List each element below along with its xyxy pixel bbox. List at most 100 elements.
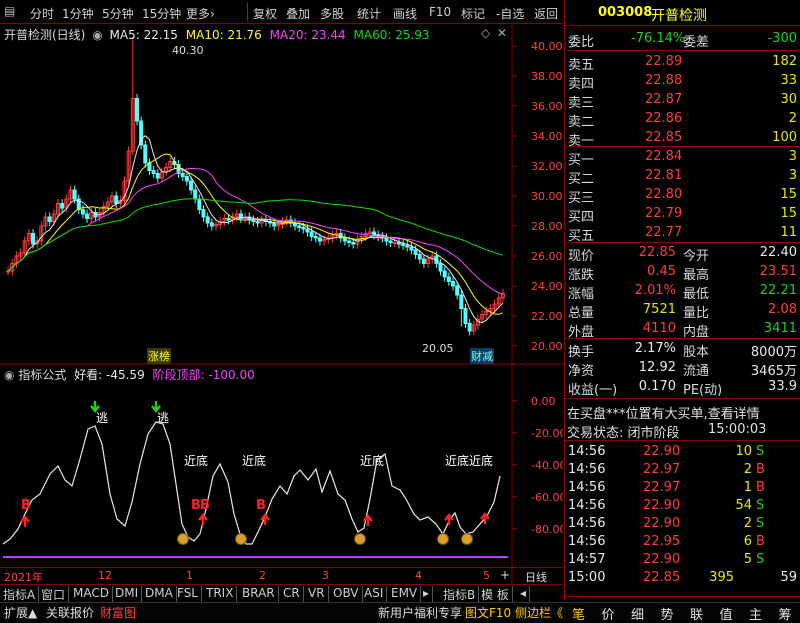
tab-macd[interactable]: MACD [70, 586, 113, 602]
trade-row[interactable]: 14:56 22.95 6 B [565, 533, 800, 551]
trade-row[interactable]: 14:56 22.90 54 S [565, 497, 800, 515]
tab-cr[interactable]: CR [280, 586, 304, 602]
quote-nav-6[interactable]: 主 [741, 604, 770, 623]
stat-row[interactable]: 总量 7521 量比 2.08 [565, 301, 800, 321]
bid-level-1[interactable]: 买一 22.84 3 [565, 148, 800, 168]
escape-label-1: 逃 [96, 411, 109, 425]
bid-level-4[interactable]: 买四 22.79 15 [565, 205, 800, 225]
stat-row[interactable]: 外盘 4110 内盘 3411 [565, 320, 800, 340]
price-tick-label: 26.00 [531, 250, 563, 263]
promo-link[interactable]: 新用户福利专享 [378, 604, 462, 621]
sidebar-toggle[interactable]: 侧边栏《 [515, 604, 563, 621]
related-quote-button[interactable]: 关联报价 [46, 604, 94, 621]
bid-volume: 3 [788, 149, 797, 164]
indicator-settings-icon[interactable]: ◉ [4, 368, 14, 382]
wealth-chart-button[interactable]: 财富图 [100, 604, 136, 621]
toolbar-item-stats[interactable]: 统计 [357, 5, 381, 22]
quote-nav-0[interactable]: 笔 [564, 604, 593, 623]
ask-volume: 182 [772, 54, 797, 69]
indicator-legend: ◉ 指标公式 好看: -45.59 阶段顶部: -100.00 [4, 366, 255, 383]
quote-nav-5[interactable]: 值 [712, 604, 741, 623]
toolbar-item-f10[interactable]: F10 [429, 5, 451, 19]
tab-vr[interactable]: VR [305, 586, 329, 602]
stat-value: 3411 [763, 321, 797, 336]
candle-body [309, 231, 314, 237]
toolbar-item-fq[interactable]: 复权 [253, 5, 277, 22]
toolbar-item-15min[interactable]: 15分钟 [142, 5, 181, 22]
stat2-row[interactable]: 净资 12.92 流通 3465万 [565, 359, 800, 379]
legend-settings-icon[interactable]: ◉ [92, 28, 102, 42]
toolbar-item-intraday[interactable]: 分时 [30, 5, 54, 22]
stat-row[interactable]: 涨跌 0.45 最高 23.51 [565, 263, 800, 283]
toolbar-item-watchlist[interactable]: -自选 [496, 5, 524, 22]
tab-dmi[interactable]: DMI [112, 586, 143, 602]
tab-fsl[interactable]: FSL [174, 586, 202, 602]
toolbar-menu-icon[interactable]: ▤ [4, 4, 15, 18]
stat2-row[interactable]: 换手 2.17% 股本 8000万 [565, 340, 800, 360]
ask-level-2[interactable]: 卖二 22.86 2 [565, 110, 800, 130]
period-label[interactable]: 日线 [525, 569, 547, 585]
ask-level-4[interactable]: 卖四 22.88 33 [565, 72, 800, 92]
tab-asi[interactable]: ASI [361, 586, 388, 602]
ask-level-5[interactable]: 卖五 22.89 182 [565, 53, 800, 73]
bid-level-3[interactable]: 买三 22.80 15 [565, 186, 800, 206]
tab-template[interactable]: 模 板 [478, 586, 513, 602]
expand-button[interactable]: 扩展▲ [4, 604, 37, 621]
tab-emv[interactable]: EMV [388, 586, 422, 602]
tab-window[interactable]: 窗口 [38, 586, 70, 602]
zoom-plus-button[interactable]: + [500, 568, 510, 582]
toolbar-item-5min[interactable]: 5分钟 [102, 5, 134, 22]
candle-body [409, 246, 414, 251]
chart-close-icon[interactable]: ✕ [497, 26, 507, 40]
trade-row[interactable]: 15:00 22.85 395 59 [565, 569, 800, 587]
bid-level-5[interactable]: 买五 22.77 11 [565, 224, 800, 244]
ask-level-1[interactable]: 卖一 22.85 100 [565, 129, 800, 149]
quote-nav-4[interactable]: 联 [682, 604, 711, 623]
tab-brar[interactable]: BRAR [239, 586, 279, 602]
tag-reduce[interactable]: 财减 [470, 348, 494, 364]
tab-indicator-b[interactable]: 指标B [440, 586, 480, 602]
notice-row[interactable]: 在买盘***位置有大买单,查看详情 [565, 402, 800, 422]
price-tick-label: 32.00 [531, 160, 563, 173]
stat-row[interactable]: 涨幅 2.01% 最低 22.21 [565, 282, 800, 302]
quote-nav-1[interactable]: 价 [594, 604, 623, 623]
trade-row[interactable]: 14:56 22.97 2 B [565, 461, 800, 479]
chart-expand-icon[interactable]: ◇ [481, 26, 490, 40]
trade-row[interactable]: 14:56 22.90 2 S [565, 515, 800, 533]
money-bag-icon [354, 533, 366, 545]
trade-row[interactable]: 14:56 22.97 1 B [565, 479, 800, 497]
toolbar-item-overlay[interactable]: 叠加 [286, 5, 310, 22]
toolbar-item-back[interactable]: 返回 [534, 5, 558, 22]
trade-price: 22.90 [643, 516, 681, 531]
indicator-name[interactable]: 指标公式 [18, 368, 66, 382]
toolbar-item-draw[interactable]: 画线 [393, 5, 417, 22]
ma20-line [7, 167, 504, 295]
trade-row[interactable]: 14:57 22.90 5 S [565, 551, 800, 569]
bid-label: 买四 [568, 210, 595, 225]
chart-area[interactable]: 40.00 38.00 36.00 34.00 32.00 30.00 28.00 26.00… [0, 24, 563, 608]
candle-body [442, 270, 447, 278]
bid-level-2[interactable]: 买二 22.81 3 [565, 167, 800, 187]
tab-indicator-a[interactable]: 指标A [0, 586, 40, 602]
toolbar-item-more[interactable]: 更多› [186, 5, 215, 22]
toolbar-item-1min[interactable]: 1分钟 [62, 5, 94, 22]
tab-dma[interactable]: DMA [142, 586, 177, 602]
weibi-label: 委比 [568, 35, 595, 50]
tab-trix[interactable]: TRIX [203, 586, 238, 602]
tab-collapse-icon[interactable]: ◂ [517, 586, 531, 602]
tag-rank[interactable]: 涨榜 [147, 348, 171, 364]
trade-row[interactable]: 14:56 22.90 10 S [565, 443, 800, 461]
big-order-notice[interactable]: 在买盘***位置有大买单,查看详情 [567, 403, 760, 422]
kline-svg: 40.0038.0036.0034.0032.0030.0028.0026.00… [0, 24, 563, 584]
tab-obv[interactable]: OBV [330, 586, 363, 602]
stat2-row[interactable]: 收益(一) 0.170 PE(动) 33.9 [565, 378, 800, 398]
f10-button[interactable]: 图文F10 [465, 604, 511, 621]
toolbar-item-mark[interactable]: 标记 [461, 5, 485, 22]
stat-row[interactable]: 现价 22.85 今开 22.40 [565, 244, 800, 264]
toolbar-item-multi[interactable]: 多股 [320, 5, 344, 22]
quote-nav-3[interactable]: 势 [653, 604, 682, 623]
quote-nav-7[interactable]: 筹 [771, 604, 800, 623]
tab-more-icon[interactable]: ▸ [420, 586, 434, 602]
ask-level-3[interactable]: 卖三 22.87 30 [565, 91, 800, 111]
quote-nav-2[interactable]: 细 [623, 604, 652, 623]
